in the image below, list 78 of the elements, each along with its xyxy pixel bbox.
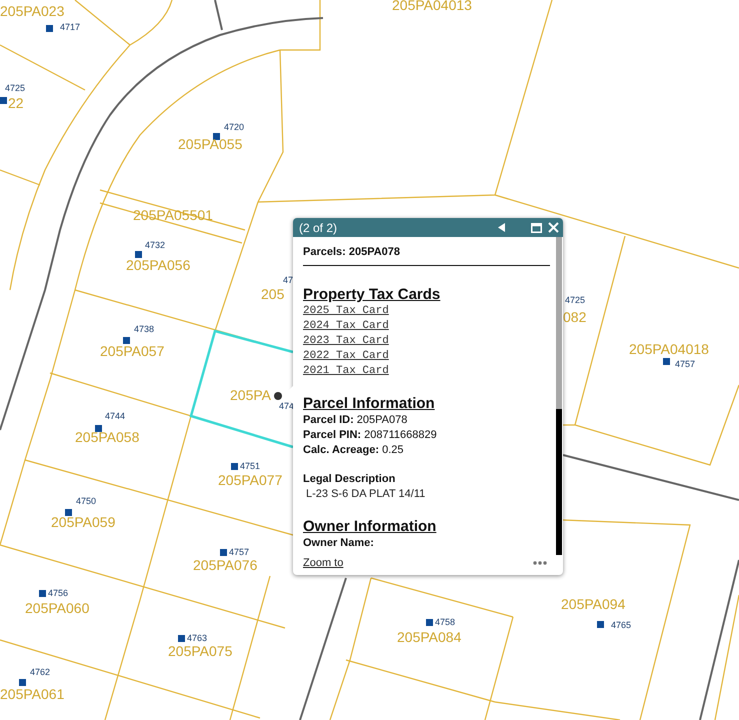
parcel-label: 205PA023 [0, 4, 64, 18]
parcel-label: 205PA077 [218, 473, 282, 487]
tax-card-link[interactable]: 2024 Tax Card [303, 319, 389, 334]
maximize-button[interactable] [531, 222, 542, 232]
parcel-label: 205PA056 [126, 258, 190, 272]
address-marker-icon[interactable] [123, 337, 130, 344]
selected-marker-icon[interactable] [274, 392, 282, 400]
address-label: 47 [283, 276, 294, 285]
parcel-label: 205PA04013 [392, 0, 472, 12]
address-marker-icon[interactable] [95, 425, 102, 432]
address-marker-icon[interactable] [597, 621, 604, 628]
address-marker-icon[interactable] [663, 358, 670, 365]
popup-title: (2 of 2) [299, 220, 338, 234]
address-label: 4720 [224, 123, 244, 132]
parcel-label: 205PA061 [0, 687, 64, 701]
field-label: Owner Name: [303, 536, 374, 551]
address-label: 4758 [435, 618, 456, 627]
zoom-to-link[interactable]: Zoom to [303, 557, 344, 569]
address-label: 4744 [105, 412, 126, 421]
parcel-label: 082 [563, 310, 586, 324]
tax-card-link[interactable]: 2023 Tax Card [303, 334, 389, 349]
tax-card-link[interactable]: 2025 Tax Card [303, 304, 389, 319]
parcel-label: 205PA058 [75, 430, 140, 444]
address-label: 4725 [565, 296, 586, 305]
address-marker-icon[interactable] [178, 635, 185, 642]
address-label: 4763 [187, 634, 208, 643]
address-marker-icon[interactable] [426, 619, 433, 626]
parcel-label: 205PA084 [397, 630, 462, 644]
parcel-label: 205PA059 [51, 515, 116, 529]
parcel-label: 205 [261, 287, 284, 301]
parcel-label: 205PA055 [178, 137, 242, 151]
address-label: 474 [279, 402, 294, 411]
field-text: Parcel PIN: 208711668829 [303, 428, 437, 443]
parcel-label: 205PA076 [193, 558, 258, 572]
close-button[interactable] [548, 222, 559, 233]
field-value: L-23 S-6 DA PLAT 14/11 [305, 487, 426, 502]
parcel-label: 205PA04018 [629, 342, 709, 356]
address-marker-icon[interactable] [231, 463, 238, 470]
address-marker-icon[interactable] [46, 25, 53, 32]
address-marker-icon[interactable] [39, 590, 46, 597]
address-marker-icon[interactable] [213, 133, 220, 140]
left-triangle-icon [498, 223, 505, 232]
address-label: 4765 [611, 621, 632, 630]
previous-button[interactable] [498, 223, 505, 232]
address-marker-icon[interactable] [65, 509, 72, 516]
address-label: 4725 [5, 84, 26, 93]
parcel-summary: Parcels: 205PA078 [303, 246, 550, 266]
close-icon [548, 222, 559, 233]
field-label: Legal Description [303, 472, 396, 487]
address-label: 4732 [145, 241, 166, 250]
section-heading: Parcel Information [303, 395, 435, 412]
parcel-label: 205PA060 [25, 601, 90, 615]
address-label: 4717 [60, 23, 80, 32]
parcel-label: 205PA094 [561, 597, 626, 611]
section-heading: Owner Information [303, 518, 436, 535]
tax-card-link[interactable]: 2021 Tax Card [303, 364, 389, 379]
address-marker-icon[interactable] [220, 549, 227, 556]
parcel-label: 205PA075 [168, 644, 232, 658]
field-text: Calc. Acreage: 0.25 [303, 443, 404, 458]
maximize-icon [531, 222, 542, 232]
address-marker-icon[interactable] [19, 679, 26, 686]
address-label: 4738 [134, 325, 154, 334]
address-label: 4757 [229, 548, 250, 557]
address-label: 4756 [48, 589, 68, 598]
address-label: 4750 [76, 497, 96, 506]
address-label: 4757 [675, 360, 696, 369]
more-icon[interactable] [533, 561, 547, 565]
scroll-bar[interactable] [556, 237, 562, 555]
address-label: 4751 [240, 462, 260, 471]
section-heading: Property Tax Cards [303, 286, 440, 303]
field-text: Parcel ID: 205PA078 [303, 413, 408, 428]
parcel-label: 205PA [230, 388, 271, 402]
parcel-label: 205PA057 [100, 344, 164, 358]
address-marker-icon[interactable] [0, 97, 7, 104]
parcel-label: 22 [8, 96, 24, 110]
tax-card-link[interactable]: 2022 Tax Card [303, 349, 389, 364]
address-label: 4762 [30, 668, 50, 677]
address-marker-icon[interactable] [135, 251, 142, 258]
